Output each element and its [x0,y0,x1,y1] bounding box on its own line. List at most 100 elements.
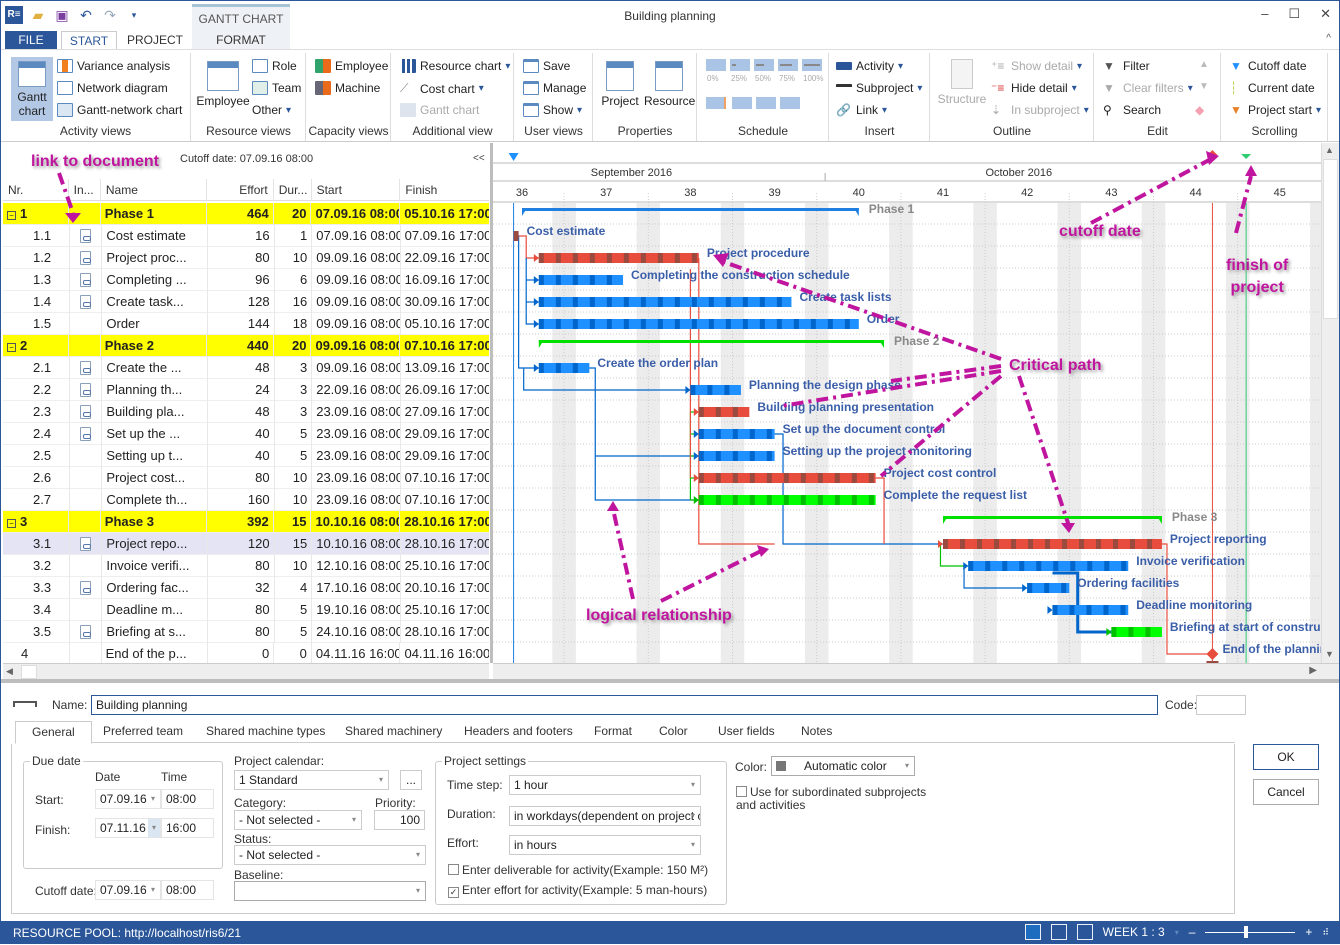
scroll-down-icon[interactable]: ▼ [1199,81,1209,92]
maximize-icon[interactable]: ☐ [1288,6,1300,22]
tab-start[interactable]: START [61,31,117,50]
table-row[interactable]: 2.1 Create the ... 48 3 09.09.16 08:00 1… [3,357,489,379]
document-link-icon[interactable] [80,251,92,265]
start-date-input[interactable]: 07.09.16 ▾ [95,789,161,809]
task-bar[interactable] [538,253,699,263]
table-horizontal-scrollbar[interactable]: ◀ [3,663,489,679]
form-tab-user-fields[interactable]: User fields [718,724,775,738]
col-duration[interactable]: Dur... [274,179,312,201]
form-tab-format[interactable]: Format [594,724,632,738]
gantt-chart-button[interactable]: Gantt chart [11,57,53,121]
table-row[interactable]: 3.3 Ordering fac... 32 4 17.10.16 08:00 … [3,577,489,599]
milestone-marker[interactable] [1206,648,1219,660]
deliverable-checkbox-row[interactable]: Enter deliverable for activity(Example: … [448,863,708,877]
table-row[interactable]: 1.2 Project proc... 80 10 09.09.16 08:00… [3,247,489,269]
tab-project[interactable]: PROJECT [123,31,187,49]
cutoff-date-marker[interactable] [1207,150,1218,160]
table-row-phase[interactable]: −1 Phase 1 464 20 07.09.16 08:00 05.10.1… [3,203,489,225]
table-row[interactable]: 1.4 Create task... 128 16 09.09.16 08:00… [3,291,489,313]
form-tab-shared-machine-types[interactable]: Shared machine types [206,724,325,738]
dropdown-arrow-icon[interactable]: ▾ [691,776,695,794]
document-link-icon[interactable] [80,581,92,595]
scroll-up-icon[interactable]: ▲ [1199,59,1209,70]
category-select[interactable]: - Not selected - ▾ [234,810,362,830]
scroll-up-arrow-icon[interactable]: ▲ [1325,145,1334,155]
team-button[interactable]: Team [252,81,301,95]
finish-time-input[interactable]: 16:00 [161,818,214,838]
minimize-icon[interactable]: – [1261,6,1268,22]
zoom-out-button[interactable]: – [1189,925,1196,939]
table-row[interactable]: 4 End of the p... 0 0 04.11.16 16:00 04.… [3,643,489,665]
task-bar[interactable] [943,539,1162,549]
table-row[interactable]: 1.3 Completing ... 96 6 09.09.16 08:00 1… [3,269,489,291]
finish-date-input[interactable]: 07.11.16 ▾ [95,818,161,838]
tab-format[interactable]: FORMAT [192,31,290,49]
dropdown-arrow-icon[interactable]: ▾ [151,790,155,808]
effort-entry-checkbox-row[interactable]: ✓ Enter effort for activity(Example: 5 ma… [448,883,707,898]
code-input[interactable] [1196,695,1246,715]
progress-50-button[interactable] [754,59,774,71]
gantt-chart-view-button[interactable]: Gantt chart [400,103,479,117]
calendar-more-button[interactable]: ... [400,770,422,790]
dropdown-arrow-icon[interactable]: ▾ [416,882,420,900]
project-calendar-select[interactable]: 1 Standard ▾ [234,770,389,790]
col-info[interactable]: In... [69,179,101,201]
vertical-scroll-thumb[interactable] [1323,159,1338,319]
show-detail-button[interactable]: ⁺≡ Show detail [991,59,1082,73]
effort-select[interactable]: in hours ▾ [509,835,701,855]
form-tab-preferred-team[interactable]: Preferred team [103,724,183,738]
table-row[interactable]: 3.4 Deadline m... 80 5 19.10.16 08:00 25… [3,599,489,621]
capacity-machine-button[interactable]: Machine [315,81,380,95]
scale-dropdown-icon[interactable]: ▾ [1175,928,1179,937]
document-link-icon[interactable] [80,537,92,551]
subordinate-checkbox[interactable] [736,786,747,797]
manage-views-button[interactable]: Manage [523,81,586,95]
reschedule-icon[interactable] [706,97,726,109]
time-step-select[interactable]: 1 hour ▾ [509,775,701,795]
col-name[interactable]: Name [101,179,208,201]
zoom-in-button[interactable]: + [1305,925,1312,939]
form-tab-general[interactable]: General [15,721,92,744]
document-link-icon[interactable] [80,383,92,397]
insert-subproject-button[interactable]: Subproject [836,81,922,95]
gantt-network-chart-button[interactable]: Gantt-network chart [57,103,182,117]
progress-75-button[interactable] [778,59,798,71]
form-tab-headers-footers[interactable]: Headers and footers [464,724,573,738]
document-link-icon[interactable] [80,295,92,309]
current-date-button[interactable]: ┆ Current date [1230,81,1315,95]
other-button[interactable]: Other [252,103,291,117]
time-scale-label[interactable]: WEEK 1 : 3 [1103,925,1165,939]
split-icon[interactable] [732,97,752,109]
table-row[interactable]: 2.6 Project cost... 80 10 23.09.16 08:00… [3,467,489,489]
search-button[interactable]: ⚲ Search [1103,103,1161,117]
start-time-input[interactable]: 08:00 [161,789,214,809]
progress-0-button[interactable] [706,59,726,71]
zoom-slider[interactable] [1205,925,1296,938]
employee-view-button[interactable]: Employee [196,61,250,108]
expand-collapse-icon[interactable]: − [7,211,16,220]
dropdown-arrow-icon[interactable]: ▾ [379,771,383,789]
document-link-icon[interactable] [80,405,92,419]
priority-input[interactable]: 100 [374,810,425,830]
table-row[interactable]: 2.2 Planning th... 24 3 22.09.16 08:00 2… [3,379,489,401]
form-tab-shared-machinery[interactable]: Shared machinery [345,724,442,738]
close-icon[interactable]: ✕ [1320,6,1331,22]
col-effort[interactable]: Effort [207,179,274,201]
role-button[interactable]: Role [252,59,297,73]
insert-link-button[interactable]: 🔗 Link [836,103,887,117]
structure-button[interactable]: Structure [935,59,989,106]
dropdown-arrow-icon[interactable]: ▾ [691,807,695,825]
dropdown-arrow-icon[interactable]: ▾ [416,846,420,864]
table-row[interactable]: 2.3 Building pla... 48 3 23.09.16 08:00 … [3,401,489,423]
task-bar[interactable] [538,363,590,373]
cutoff-date-input[interactable]: 07.09.16 ▾ [95,880,161,900]
tab-file[interactable]: FILE [5,31,57,49]
gantt-vertical-scrollbar[interactable]: ▲ ▼ [1321,143,1339,663]
resource-properties-button[interactable]: Resource [644,61,695,108]
move-icon[interactable] [780,97,800,109]
phase-bar[interactable] [943,516,1162,519]
table-row[interactable]: 1.5 Order 144 18 09.09.16 08:00 05.10.16… [3,313,489,335]
expand-collapse-icon[interactable]: − [7,343,16,352]
task-bar[interactable] [1111,627,1162,637]
name-input[interactable]: Building planning [91,695,1158,715]
